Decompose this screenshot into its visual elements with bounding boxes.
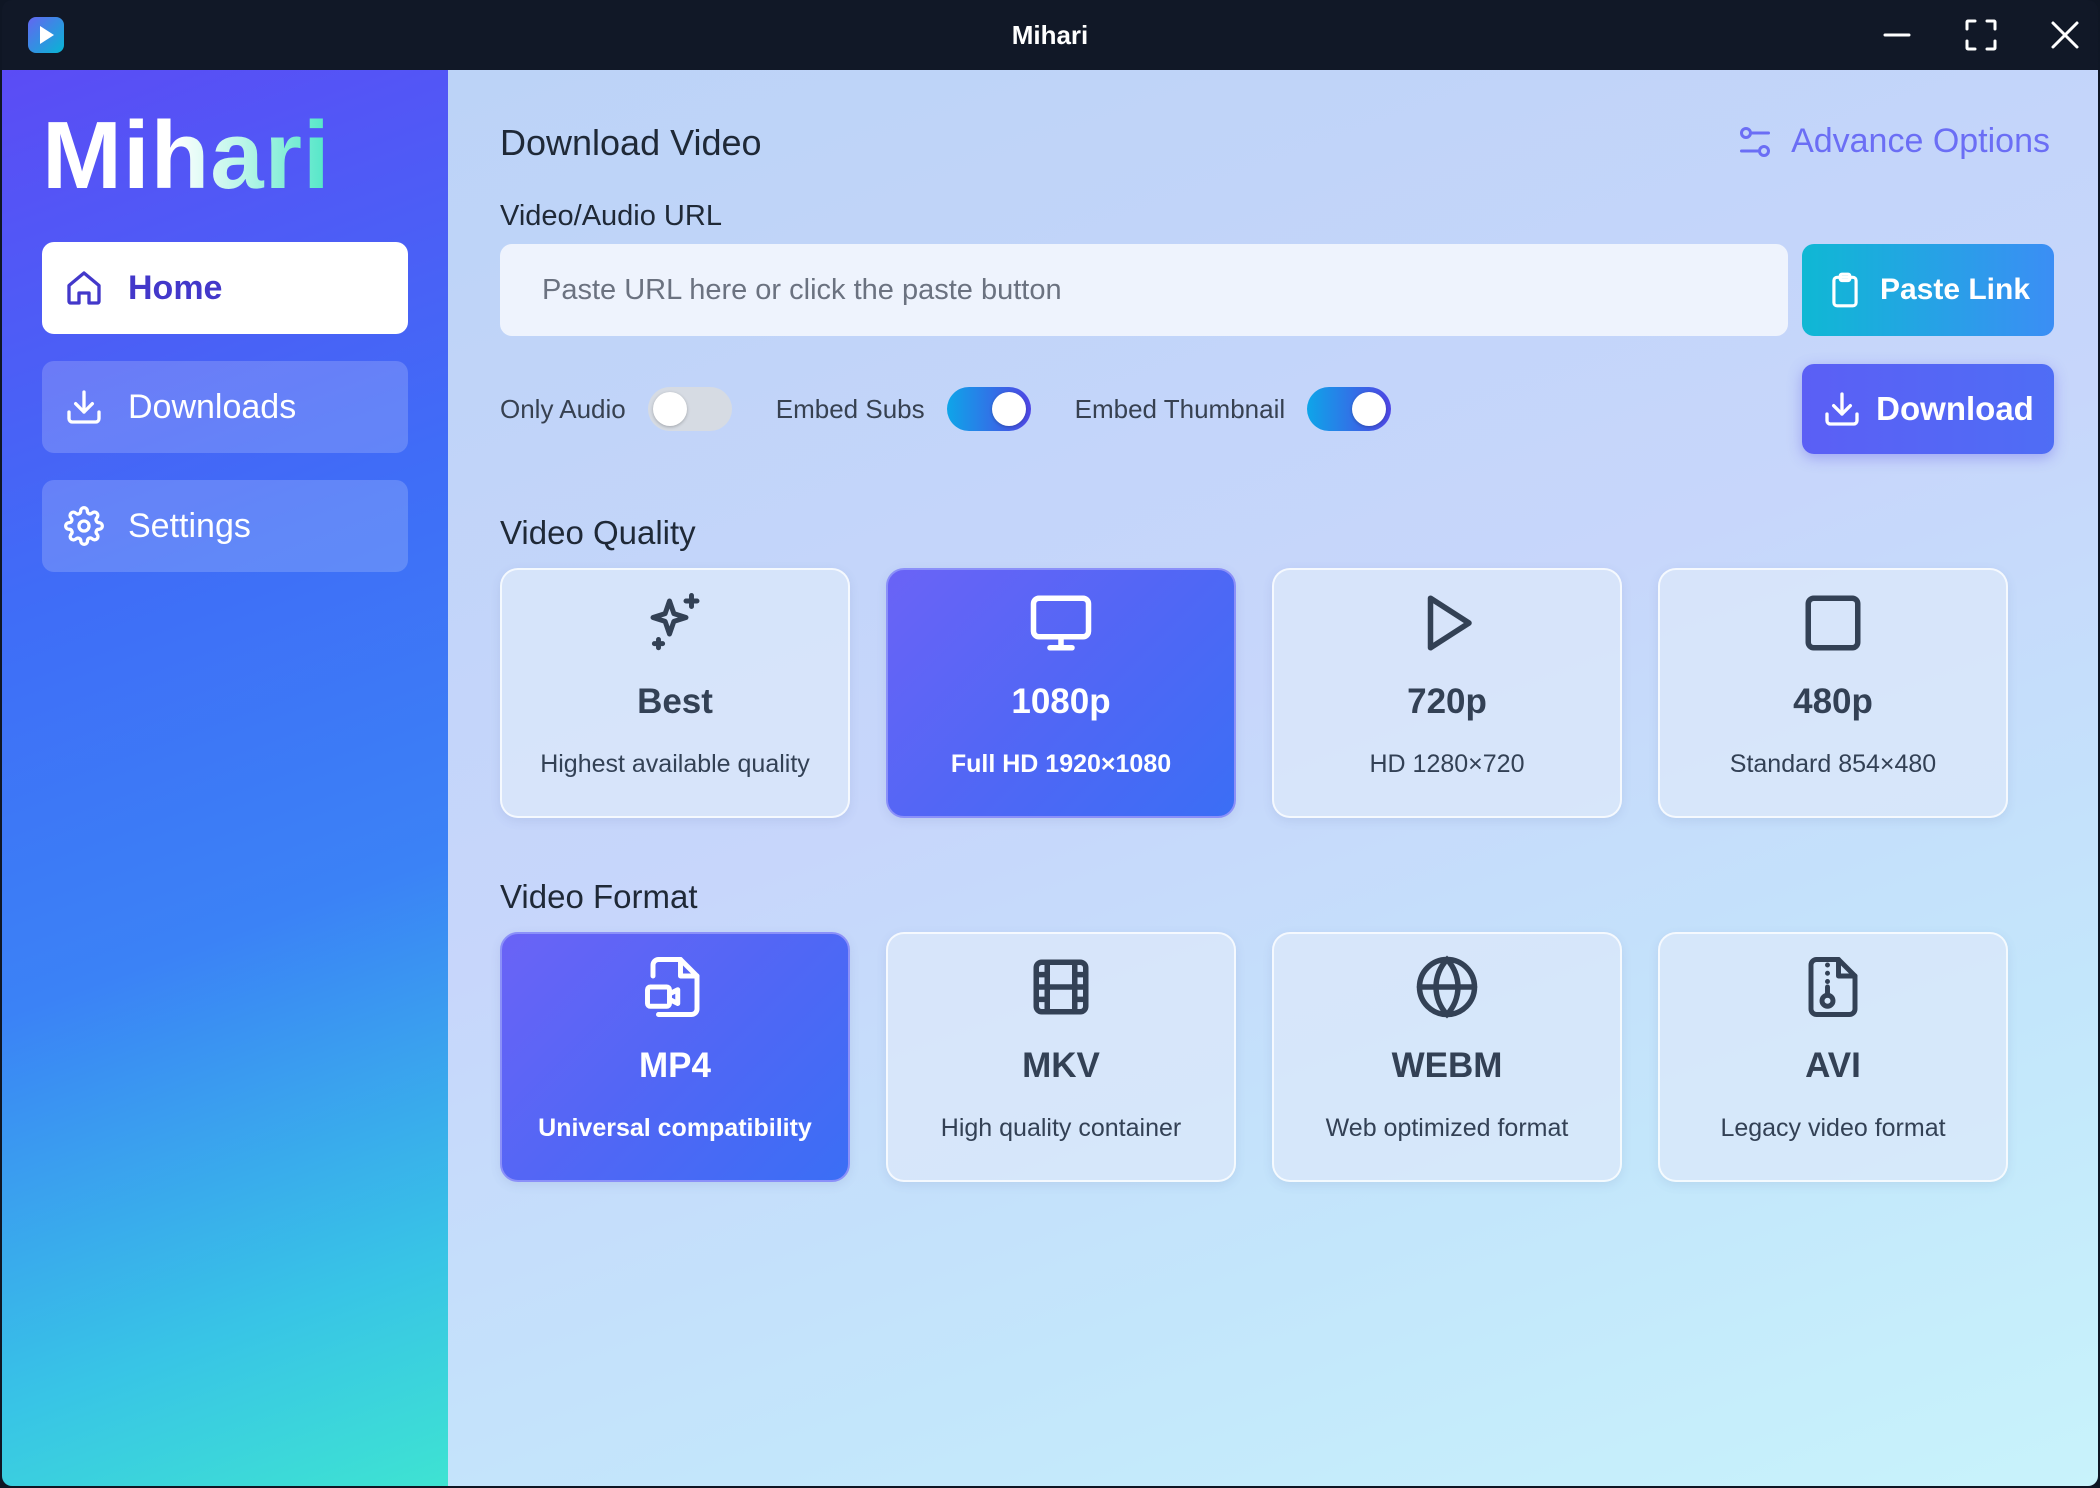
sidebar-item-label: Home — [128, 268, 223, 307]
globe-icon — [1274, 954, 1620, 1020]
download-icon — [1825, 392, 1859, 426]
card-title: 1080p — [1011, 682, 1111, 721]
card-title: MP4 — [639, 1046, 711, 1085]
maximize-button[interactable] — [1960, 14, 2002, 56]
app-window: Mihari Mihari Home Downloads Settings Do… — [2, 0, 2098, 1486]
options-row: Only Audio Embed Subs Embed Thumbnail — [500, 386, 1435, 432]
only-audio-toggle[interactable] — [647, 387, 732, 431]
card-title: AVI — [1805, 1046, 1861, 1085]
sparkles-icon — [502, 590, 848, 656]
sidebar: Mihari Home Downloads Settings — [2, 70, 448, 1486]
download-label: Download — [1876, 390, 2034, 427]
square-icon — [1660, 590, 2006, 656]
sidebar-item-settings[interactable]: Settings — [42, 480, 408, 572]
url-label: Video/Audio URL — [500, 200, 722, 232]
card-title: WEBM — [1391, 1046, 1503, 1085]
window-title: Mihari — [1011, 20, 1089, 50]
maximize-icon — [1965, 19, 1997, 51]
url-input[interactable] — [500, 244, 1788, 336]
format-card-avi[interactable]: AVI Legacy video format — [1658, 932, 2008, 1182]
download-icon — [64, 387, 104, 427]
card-description: Full HD 1920×1080 — [950, 750, 1172, 778]
card-description: Universal compatibility — [538, 1114, 812, 1142]
page-title: Download Video — [500, 122, 762, 163]
format-card-webm[interactable]: WEBM Web optimized format — [1272, 932, 1622, 1182]
home-icon — [64, 268, 104, 308]
sidebar-item-downloads[interactable]: Downloads — [42, 361, 408, 453]
close-button[interactable] — [2044, 14, 2086, 56]
minimize-icon — [1883, 33, 1911, 37]
file-video-icon — [502, 954, 848, 1020]
card-description: Web optimized format — [1325, 1114, 1569, 1142]
card-title: 720p — [1407, 682, 1487, 721]
card-description: HD 1280×720 — [1369, 750, 1525, 778]
play-icon — [1274, 590, 1620, 656]
card-title: 480p — [1793, 682, 1873, 721]
clipboard-icon — [1832, 272, 1858, 308]
main-content: Download Video Advance Options Video/Aud… — [448, 70, 2098, 1486]
sliders-icon — [1740, 126, 1771, 157]
card-description: Standard 854×480 — [1729, 750, 1937, 778]
quality-card-480p[interactable]: 480p Standard 854×480 — [1658, 568, 2008, 818]
toggle-label-only-audio: Only Audio — [500, 393, 626, 424]
advance-options-label: Advance Options — [1791, 122, 2050, 160]
file-archive-icon — [1660, 954, 2006, 1020]
title-bar[interactable]: Mihari — [2, 0, 2098, 70]
brand-logo: Mihari — [42, 102, 331, 209]
format-card-mp4[interactable]: MP4 Universal compatibility — [500, 932, 850, 1182]
quality-card-720p[interactable]: 720p HD 1280×720 — [1272, 568, 1622, 818]
sidebar-item-label: Downloads — [128, 387, 297, 426]
monitor-icon — [888, 590, 1234, 656]
card-title: MKV — [1022, 1046, 1100, 1085]
card-title: Best — [637, 682, 713, 721]
embed-thumbnail-toggle[interactable] — [1307, 387, 1392, 431]
card-description: High quality container — [940, 1114, 1182, 1142]
sidebar-item-home[interactable]: Home — [42, 242, 408, 334]
download-button[interactable]: Download — [1802, 364, 2054, 454]
quality-card-best[interactable]: Best Highest available quality — [500, 568, 850, 818]
embed-subs-toggle[interactable] — [946, 387, 1031, 431]
toggle-label-embed-subs: Embed Subs — [775, 393, 925, 424]
minimize-button[interactable] — [1876, 14, 1918, 56]
paste-link-label: Paste Link — [1879, 273, 2031, 306]
quality-card-1080p[interactable]: 1080p Full HD 1920×1080 — [886, 568, 1236, 818]
format-card-mkv[interactable]: MKV High quality container — [886, 932, 1236, 1182]
card-description: Legacy video format — [1720, 1114, 1946, 1142]
paste-link-button[interactable]: Paste Link — [1802, 244, 2054, 336]
gear-icon — [64, 506, 104, 546]
sidebar-item-label: Settings — [128, 506, 251, 545]
card-description: Highest available quality — [540, 750, 810, 778]
video-quality-heading: Video Quality — [500, 514, 696, 551]
film-icon — [888, 954, 1234, 1020]
toggle-label-embed-thumbnail: Embed Thumbnail — [1074, 393, 1286, 424]
close-icon — [2051, 21, 2079, 49]
video-format-heading: Video Format — [500, 878, 698, 915]
advance-options-button[interactable]: Advance Options — [1737, 122, 2050, 161]
